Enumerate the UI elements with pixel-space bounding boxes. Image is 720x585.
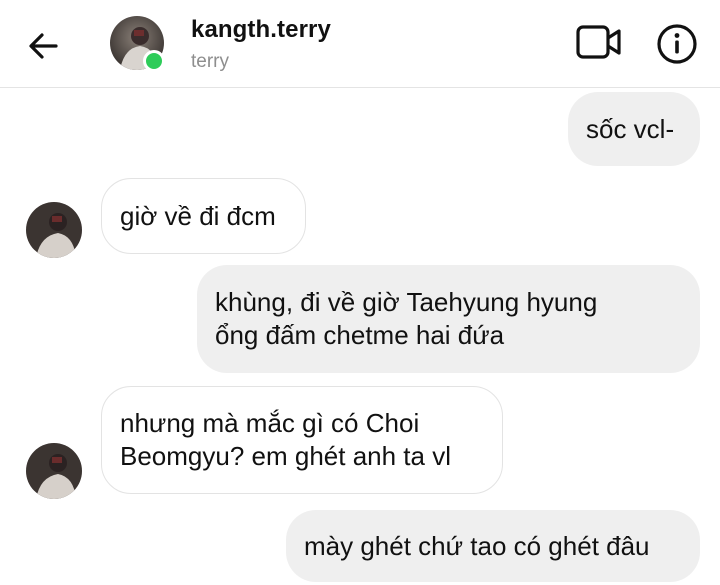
message-text: mày ghét chứ tao có ghét đâu: [304, 530, 650, 561]
sender-avatar[interactable]: [26, 443, 82, 499]
message-bubble-received[interactable]: giờ về đi đcm: [101, 178, 306, 254]
message-text: giờ về đi đcm: [120, 200, 276, 231]
avatar-photo: [26, 202, 82, 258]
message-bubble-received[interactable]: nhưng mà mắc gì có Choi Beomgyu? em ghét…: [101, 386, 503, 494]
contact-display-name: terry: [191, 51, 229, 72]
message-text: sốc vcl-: [586, 113, 675, 144]
video-camera-icon: [576, 25, 621, 59]
message-bubble-sent[interactable]: mày ghét chứ tao có ghét đâu: [286, 510, 700, 582]
message-text: nhưng mà mắc gì có Choi Beomgyu? em ghét…: [120, 408, 451, 471]
sender-avatar[interactable]: [26, 202, 82, 258]
conversation-info-button[interactable]: [655, 22, 699, 66]
arrow-left-icon: [29, 33, 58, 59]
message-bubble-sent[interactable]: sốc vcl-: [568, 92, 700, 166]
chat-header: kangth.terry terry: [0, 0, 720, 88]
online-status-indicator: [143, 50, 165, 72]
back-button[interactable]: [24, 26, 64, 66]
message-text: khùng, đi về giờ Taehyung hyung ổng đấm …: [215, 287, 598, 350]
info-circle-icon: [657, 24, 697, 64]
message-bubble-sent[interactable]: khùng, đi về giờ Taehyung hyung ổng đấm …: [197, 265, 700, 373]
avatar-photo: [26, 443, 82, 499]
contact-username[interactable]: kangth.terry: [191, 16, 331, 44]
video-call-button[interactable]: [575, 22, 623, 62]
